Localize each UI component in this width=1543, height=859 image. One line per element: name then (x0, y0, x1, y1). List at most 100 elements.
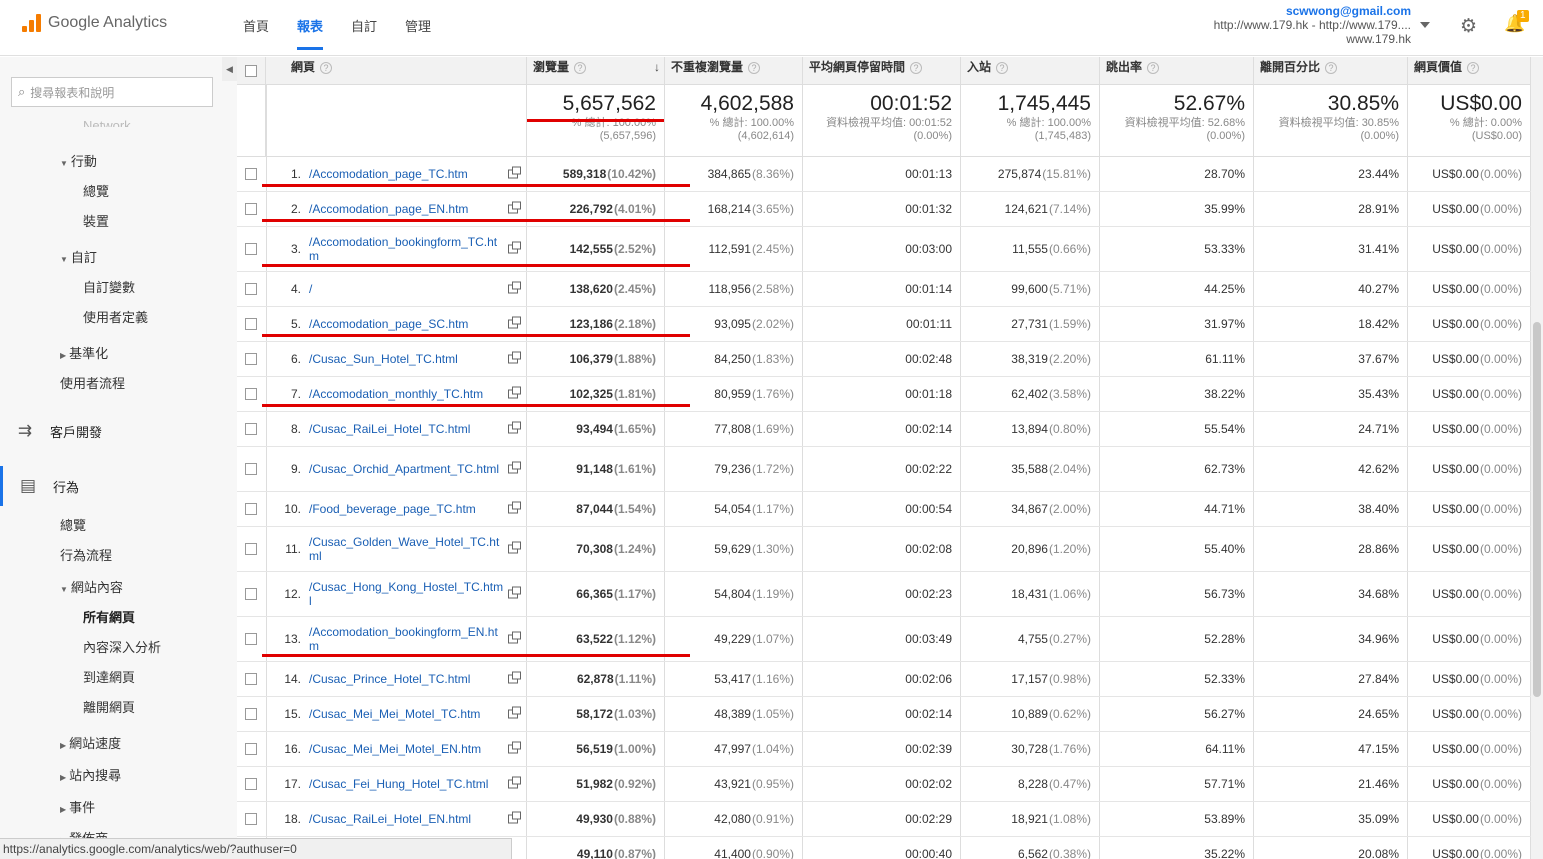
sidebar-item-custom[interactable]: ▼ 自訂 (60, 247, 97, 266)
sidebar-item-benchmarking[interactable]: ▶ 基準化 (60, 343, 108, 362)
help-icon[interactable]: ? (910, 62, 923, 74)
row-checkbox[interactable] (245, 168, 257, 180)
page-link[interactable]: /Accomodation_bookingform_EN.htm (309, 625, 504, 653)
sidebar-section-acquisition[interactable]: ⇉ 客戶開發 (0, 411, 237, 451)
scrollbar[interactable] (1531, 57, 1543, 859)
nav-customization[interactable]: 自訂 (351, 16, 377, 50)
open-external-icon[interactable] (508, 461, 521, 474)
open-external-icon[interactable] (508, 671, 521, 684)
row-checkbox[interactable] (245, 633, 257, 645)
row-checkbox[interactable] (245, 543, 257, 555)
col-header-page[interactable]: 網頁? (266, 57, 527, 85)
open-external-icon[interactable] (508, 241, 521, 254)
open-external-icon[interactable] (508, 281, 521, 294)
open-external-icon[interactable] (508, 811, 521, 824)
sidebar-item-users-flow[interactable]: 使用者流程 (60, 373, 125, 392)
row-checkbox[interactable] (245, 423, 257, 435)
page-link[interactable]: /Cusac_Mei_Mei_Motel_TC.htm (309, 707, 504, 721)
search-input[interactable]: ⌕ 搜尋報表和說明 (11, 77, 213, 107)
sidebar-item-devices[interactable]: 裝置 (83, 211, 109, 230)
sidebar-item-mobile[interactable]: ▼ 行動 (60, 151, 97, 170)
account-selector[interactable]: scwwong@gmail.com http://www.179.hk - ht… (1214, 4, 1411, 46)
sidebar-item-site-speed[interactable]: ▶ 網站速度 (60, 733, 121, 752)
page-link[interactable]: /Cusac_RaiLei_Hotel_EN.html (309, 812, 504, 826)
col-header-bounce-rate[interactable]: 跳出率? (1100, 57, 1254, 85)
sidebar-item-exit-pages[interactable]: 離開網頁 (83, 697, 135, 716)
sidebar-item-events[interactable]: ▶ 事件 (60, 797, 95, 816)
page-link[interactable]: /Cusac_Golden_Wave_Hotel_TC.html (309, 535, 504, 563)
col-header-entrances[interactable]: 入站? (961, 57, 1100, 85)
open-external-icon[interactable] (508, 586, 521, 599)
page-link[interactable]: /Cusac_Fei_Hung_Hotel_TC.html (309, 777, 504, 791)
open-external-icon[interactable] (508, 421, 521, 434)
sidebar-item-site-content[interactable]: ▼ 網站內容 (60, 577, 123, 596)
open-external-icon[interactable] (508, 631, 521, 644)
open-external-icon[interactable] (508, 386, 521, 399)
page-link[interactable]: /Accomodation_page_EN.htm (309, 202, 504, 216)
page-link[interactable]: /Cusac_RaiLei_Hotel_TC.html (309, 422, 504, 436)
page-link[interactable]: /Cusac_Mei_Mei_Motel_EN.htm (309, 742, 504, 756)
open-external-icon[interactable] (508, 501, 521, 514)
help-icon[interactable]: ? (1467, 62, 1480, 74)
sidebar-item-user-defined[interactable]: 使用者定義 (83, 307, 148, 326)
row-checkbox[interactable] (245, 463, 257, 475)
sidebar-item-behavior-flow[interactable]: 行為流程 (60, 545, 112, 564)
page-link[interactable]: /Cusac_Orchid_Apartment_TC.html (309, 462, 504, 476)
page-link[interactable]: /Cusac_Hong_Kong_Hostel_TC.html (309, 580, 504, 608)
collapse-sidebar-icon[interactable]: ◀ (222, 57, 237, 81)
settings-gear-icon[interactable]: ⚙ (1460, 15, 1477, 38)
nav-home[interactable]: 首頁 (243, 16, 269, 50)
sidebar-item-behavior-overview[interactable]: 總覽 (60, 515, 86, 534)
row-checkbox[interactable] (245, 503, 257, 515)
page-link[interactable]: / (309, 282, 504, 296)
row-checkbox[interactable] (245, 203, 257, 215)
help-icon[interactable]: ? (1325, 62, 1338, 74)
row-checkbox[interactable] (245, 673, 257, 685)
page-link[interactable]: /Cusac_Prince_Hotel_TC.html (309, 672, 504, 686)
col-header-pageviews[interactable]: 瀏覽量? ↓ (527, 57, 665, 85)
google-analytics-logo[interactable]: Google Analytics (22, 13, 167, 33)
row-checkbox[interactable] (245, 743, 257, 755)
help-icon[interactable]: ? (574, 62, 587, 74)
open-external-icon[interactable] (508, 541, 521, 554)
sidebar-item-mobile-overview[interactable]: 總覽 (83, 181, 109, 200)
open-external-icon[interactable] (508, 166, 521, 179)
sidebar-item-all-pages[interactable]: 所有網頁 (83, 607, 135, 626)
help-icon[interactable]: ? (996, 62, 1009, 74)
sidebar-section-behavior[interactable]: ▤ 行為 (0, 466, 237, 506)
nav-reports[interactable]: 報表 (297, 16, 324, 50)
page-link[interactable]: /Accomodation_bookingform_TC.htm (309, 235, 504, 263)
nav-admin[interactable]: 管理 (405, 16, 431, 50)
row-checkbox[interactable] (245, 778, 257, 790)
sidebar-item-site-search[interactable]: ▶ 站內搜尋 (60, 765, 121, 784)
open-external-icon[interactable] (508, 776, 521, 789)
page-link[interactable]: /Accomodation_page_TC.htm (309, 167, 504, 181)
account-dropdown-icon[interactable] (1420, 22, 1430, 28)
col-header-unique-pageviews[interactable]: 不重複瀏覽量? (665, 57, 803, 85)
page-link[interactable]: /Food_beverage_page_TC.htm (309, 502, 504, 516)
row-checkbox[interactable] (245, 588, 257, 600)
open-external-icon[interactable] (508, 316, 521, 329)
row-checkbox[interactable] (245, 318, 257, 330)
open-external-icon[interactable] (508, 201, 521, 214)
row-checkbox[interactable] (245, 813, 257, 825)
open-external-icon[interactable] (508, 351, 521, 364)
col-header-exit-pct[interactable]: 離開百分比? (1254, 57, 1408, 85)
help-icon[interactable]: ? (320, 62, 333, 74)
page-link[interactable]: /Accomodation_monthly_TC.htm (309, 387, 504, 401)
scrollbar-thumb[interactable] (1533, 322, 1541, 697)
help-icon[interactable]: ? (1147, 62, 1160, 74)
sidebar-item-content-drilldown[interactable]: 內容深入分析 (83, 637, 161, 656)
row-checkbox[interactable] (245, 353, 257, 365)
help-icon[interactable]: ? (748, 62, 761, 74)
row-checkbox[interactable] (245, 283, 257, 295)
col-header-avg-time[interactable]: 平均網頁停留時間? (803, 57, 961, 85)
sidebar-item-custom-variables[interactable]: 自訂變數 (83, 277, 135, 296)
page-link[interactable]: /Accomodation_page_SC.htm (309, 317, 504, 331)
open-external-icon[interactable] (508, 741, 521, 754)
row-checkbox[interactable] (245, 388, 257, 400)
sidebar-item-landing-pages[interactable]: 到達網頁 (83, 667, 135, 686)
row-checkbox[interactable] (245, 708, 257, 720)
sidebar-item-network[interactable]: Network (83, 115, 131, 127)
select-all-checkbox[interactable] (245, 65, 257, 77)
